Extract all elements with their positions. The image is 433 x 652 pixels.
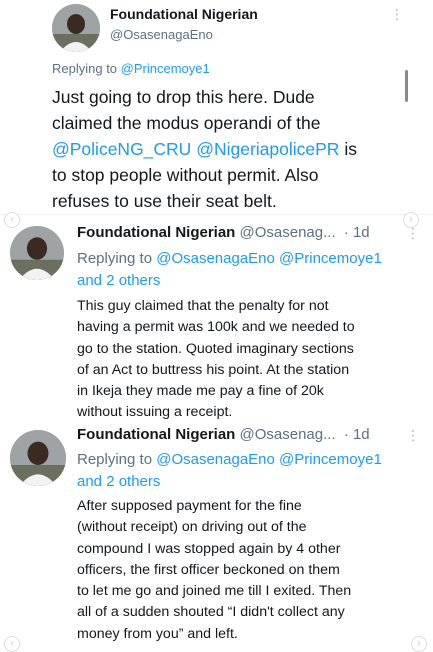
tweet-body: Just going to drop this here. Dude claim… [52, 84, 402, 214]
chevron-left-icon[interactable]: ‹ [4, 212, 20, 228]
replying-to-label: Replying to [77, 250, 153, 267]
separator-dot: · [343, 224, 349, 241]
tweet-body-line: money from you” and left. [77, 625, 238, 642]
avatar-image [10, 226, 64, 280]
avatar[interactable] [52, 4, 100, 52]
author-name[interactable]: Foundational Nigerian [77, 426, 235, 443]
tweet-body-line: After supposed payment for the fine [77, 498, 302, 514]
tweet-body-line: to stop people without permit. Also [52, 165, 319, 185]
reply-header: Foundational Nigerian @Osasenag... · 1d [77, 426, 370, 443]
replying-to: Replying to @OsasenagaEno @Princemoye1 a… [77, 248, 382, 292]
timestamp[interactable]: 1d [353, 224, 370, 241]
scrollbar[interactable] [405, 70, 408, 102]
tweet-body-line: having a permit was 100k and we needed t… [77, 319, 355, 336]
author-handle[interactable]: @Osasenag... [240, 224, 336, 241]
tweet-body-line: refuses to use their seat belt. [52, 191, 277, 211]
avatar[interactable] [10, 430, 66, 486]
tweet-body-line: of an Act to buttress his point. At the … [77, 361, 350, 378]
chevron-left-icon[interactable]: ‹ [4, 636, 20, 652]
mention-link[interactable]: @NigeriapolicePR [196, 139, 339, 159]
more-vertical-icon[interactable]: ⋮ [406, 225, 421, 242]
author-name[interactable]: Foundational Nigerian [77, 224, 235, 241]
mention-link[interactable]: @Princemoye1 [279, 451, 382, 468]
others-link[interactable]: and 2 others [77, 473, 160, 490]
more-vertical-icon[interactable]: ⋮ [390, 6, 405, 23]
tweet-body-line: go to the station. Quoted imaginary sect… [77, 340, 354, 357]
mention-link[interactable]: @Princemoye1 [121, 61, 210, 76]
avatar[interactable] [10, 226, 64, 280]
tweet-body-line: to let me go and joined me till I exited… [77, 583, 352, 600]
mention-link[interactable]: @OsasenagaEno [156, 250, 275, 267]
tweet-body: This guy claimed that the penalty for no… [77, 296, 412, 424]
tweet-body-line: in Ikeja they made me pay a fine of 20k [77, 383, 324, 400]
tweet-body-line: This guy claimed that the penalty for no… [77, 298, 329, 314]
avatar-image [52, 4, 100, 52]
replying-to-label: Replying to [52, 61, 118, 76]
replying-to-label: Replying to [77, 451, 153, 468]
more-vertical-icon[interactable]: ⋮ [406, 427, 421, 444]
mention-link[interactable]: @OsasenagaEno [156, 451, 275, 468]
tweet-body-line: all of a sudden shouted “I didn't collec… [77, 604, 345, 621]
tweet-body-line: officers, the first officer beckoned on … [77, 561, 340, 578]
others-link[interactable]: and 2 others [77, 272, 160, 289]
tweet-body-line: Just going to drop this here. Dude [52, 87, 315, 107]
tweet-body-line: (without receipt) on driving out of the [77, 519, 307, 536]
mention-link[interactable]: @Princemoye1 [279, 250, 382, 267]
author-handle[interactable]: @OsasenagaEno [110, 27, 213, 42]
author-name[interactable]: Foundational Nigerian [110, 6, 258, 22]
tweet-body: After supposed payment for the fine (wit… [77, 496, 412, 645]
avatar-image [10, 430, 66, 486]
timestamp[interactable]: 1d [353, 426, 370, 443]
tweet-body-line: without issuing a receipt. [77, 404, 233, 421]
separator-dot: · [343, 426, 349, 443]
author-handle[interactable]: @Osasenag... [240, 426, 336, 443]
replying-to: Replying to @OsasenagaEno @Princemoye1 a… [77, 449, 382, 493]
replying-to: Replying to @Princemoye1 [52, 61, 210, 76]
mention-link[interactable]: @PoliceNG_CRU [52, 139, 191, 159]
tweet-body-line: @PoliceNG_CRU @NigeriapolicePR is [52, 139, 357, 159]
divider [0, 214, 433, 215]
chevron-right-icon[interactable]: › [411, 636, 427, 652]
tweet-body-line: compound I was stopped again by 4 other [77, 540, 341, 557]
reply-header: Foundational Nigerian @Osasenag... · 1d [77, 224, 370, 241]
tweet-body-line: claimed the modus operandi of the [52, 113, 321, 133]
